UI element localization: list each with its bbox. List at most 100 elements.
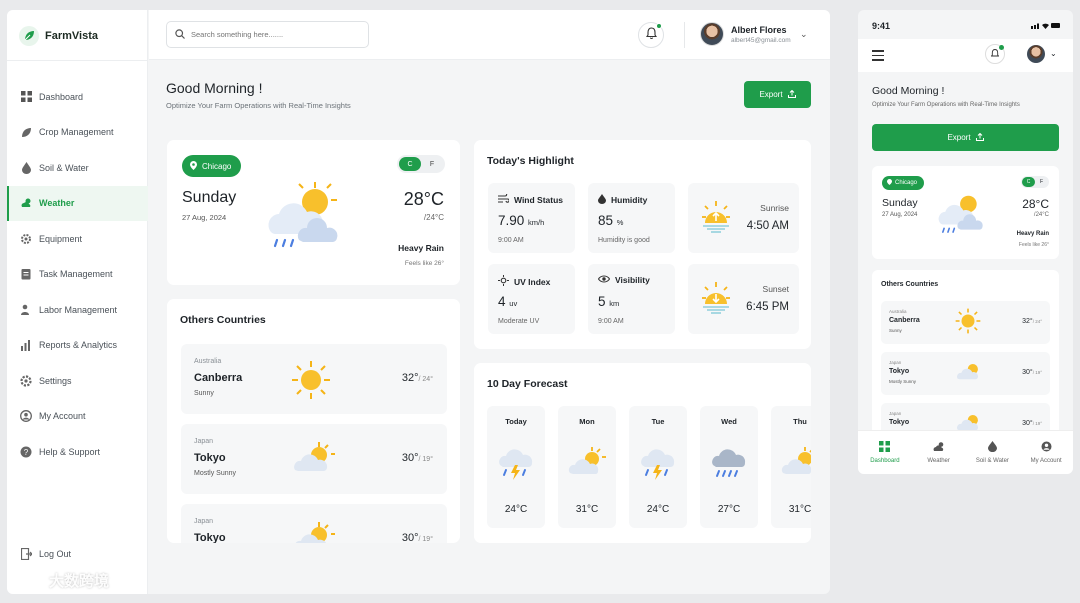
forecast-day-label: Wed <box>721 417 737 426</box>
brand-name: FarmVista <box>45 30 98 42</box>
export-button[interactable]: Export <box>744 81 811 108</box>
current-temp: 28°C <box>403 189 444 209</box>
uv-label: UV Index <box>514 276 551 287</box>
location-pin-icon <box>190 160 197 172</box>
tab-weather[interactable]: Weather <box>912 431 966 474</box>
visibility-unit: km <box>609 299 620 308</box>
section-title: 10 Day Forecast <box>487 378 568 390</box>
sidebar-item-label: Settings <box>39 375 72 386</box>
greeting: Good Morning ! Optimize Your Farm Operat… <box>166 80 351 110</box>
unit-toggle[interactable]: C F <box>397 155 445 173</box>
city-label: Tokyo <box>194 452 226 464</box>
sidebar-item-help-support[interactable]: ? Help & Support <box>7 434 148 470</box>
tab-dashboard[interactable]: Dashboard <box>858 431 912 474</box>
sidebar-item-reports-analytics[interactable]: Reports & Analytics <box>7 328 148 364</box>
condition-label: Sunny <box>889 328 902 333</box>
chevron-down-icon[interactable]: ⌄ <box>1050 49 1057 58</box>
list-item[interactable]: Australia Canberra Sunny 32°/ 24° <box>181 344 447 414</box>
watermark-logo-icon <box>9 571 45 591</box>
user-menu[interactable]: Albert Flores albert45@gmail.com <box>700 22 791 46</box>
sidebar-item-soil-water[interactable]: Soil & Water <box>7 150 148 186</box>
hamburger-menu-icon[interactable] <box>872 50 884 64</box>
avatar[interactable] <box>1027 45 1045 63</box>
sidebar-item-labor-management[interactable]: Labor Management <box>7 292 148 328</box>
partly-sunny-icon <box>955 359 983 388</box>
sunset-time: 6:45 PM <box>746 301 789 313</box>
wind-unit: km/h <box>528 218 545 227</box>
forecast-day-label: Mon <box>579 417 595 426</box>
sidebar-item-label: Dashboard <box>39 91 84 102</box>
forecast-day[interactable]: Tue 24°C <box>629 406 687 528</box>
location-pill[interactable]: Chicago <box>882 176 925 190</box>
location-pill[interactable]: Chicago <box>182 155 242 177</box>
sidebar-item-label: Crop Management <box>39 127 114 138</box>
weather-date: 27 Aug, 2024 <box>882 212 918 218</box>
gear-icon <box>20 233 32 245</box>
watermark: 大数跨境 <box>9 570 109 591</box>
sidebar-item-my-account[interactable]: My Account <box>7 399 148 435</box>
sidebar-item-label: Task Management <box>39 269 113 280</box>
temp-low: / 24° <box>1032 319 1042 324</box>
account-icon <box>20 410 32 423</box>
city-label: Canberra <box>194 372 243 384</box>
list-item[interactable]: Australia Canberra Sunny 32°/ 24° <box>881 301 1050 344</box>
list-item[interactable]: Japan Tokyo Mostly Sunny 30°/ 19° <box>181 424 447 494</box>
forecast-day[interactable]: Today 24°C <box>487 406 545 528</box>
location-pin-icon <box>887 179 892 187</box>
city-label: Tokyo <box>194 532 226 543</box>
sun-rain-cloud-icon <box>936 190 988 241</box>
sunrise-tile: Sunrise 4:50 AM <box>688 183 799 253</box>
sidebar-item-weather[interactable]: Weather <box>7 185 148 221</box>
current-weather-card: Chicago C F Sunday 27 Aug, 2024 28°C /24… <box>167 140 460 285</box>
humidity-label: Humidity <box>611 195 648 205</box>
search-bar[interactable] <box>166 21 369 48</box>
weather-icon <box>933 441 945 454</box>
temp-high: 30° <box>401 452 419 464</box>
country-label: Japan <box>194 518 214 525</box>
export-button[interactable]: Export <box>872 124 1059 151</box>
weather-day: Sunday <box>882 197 918 209</box>
water-drop-icon <box>20 161 32 174</box>
temp-low: / 19° <box>418 536 433 543</box>
list-item[interactable]: Japan Tokyo 30°/ 19° <box>181 504 447 543</box>
sidebar-item-task-management[interactable]: Task Management <box>7 257 148 293</box>
fahrenheit-option[interactable]: F <box>421 157 443 171</box>
sidebar-item-settings[interactable]: Settings <box>7 363 148 399</box>
sidebar-nav: Dashboard Crop Management Soil & Water W… <box>7 79 148 470</box>
tab-my-account[interactable]: My Account <box>1019 431 1073 474</box>
sidebar-item-equipment[interactable]: Equipment <box>7 221 148 257</box>
unit-toggle[interactable]: C F <box>1021 176 1049 188</box>
tab-label: Soil & Water <box>975 458 1009 464</box>
sidebar-item-dashboard[interactable]: Dashboard <box>7 79 148 115</box>
fahrenheit-option[interactable]: F <box>1035 177 1048 187</box>
celsius-option[interactable]: C <box>399 157 421 171</box>
sunset-icon <box>696 278 736 323</box>
current-condition: Heavy Rain <box>398 243 444 253</box>
tab-soil-water[interactable]: Soil & Water <box>966 431 1020 474</box>
watermark-text: 大数跨境 <box>49 573 110 590</box>
condition-label: Mostly Sunny <box>889 379 917 384</box>
thunderstorm-icon <box>497 443 535 486</box>
celsius-option[interactable]: C <box>1022 177 1035 187</box>
notification-button[interactable] <box>985 44 1005 64</box>
sunrise-label: Sunrise <box>760 203 789 213</box>
logout-button[interactable]: Log Out <box>20 548 71 560</box>
list-item[interactable]: Japan Tokyo Mostly Sunny 30°/ 19° <box>881 352 1050 395</box>
tile-value: 7.90 km/h <box>498 213 544 228</box>
user-name: Albert Flores <box>731 24 787 35</box>
visibility-value: 5 <box>598 294 606 309</box>
forecast-day[interactable]: Thu 31°C <box>771 406 811 528</box>
page-title: Good Morning ! <box>872 85 945 97</box>
current-condition: Heavy Rain <box>1016 231 1049 237</box>
forecast-day[interactable]: Mon 31°C <box>558 406 616 528</box>
forecast-day[interactable]: Wed 27°C <box>700 406 758 528</box>
sidebar-item-label: Equipment <box>39 233 83 244</box>
sidebar-item-crop-management[interactable]: Crop Management <box>7 115 148 151</box>
search-input[interactable] <box>191 30 361 39</box>
chevron-down-icon[interactable]: ⌄ <box>800 29 808 40</box>
app-logo[interactable]: FarmVista <box>19 26 98 46</box>
sun-icon <box>291 360 331 405</box>
notification-button[interactable] <box>638 22 664 48</box>
water-drop-icon <box>598 194 606 206</box>
temp-range: 30°/ 19° <box>402 452 433 464</box>
